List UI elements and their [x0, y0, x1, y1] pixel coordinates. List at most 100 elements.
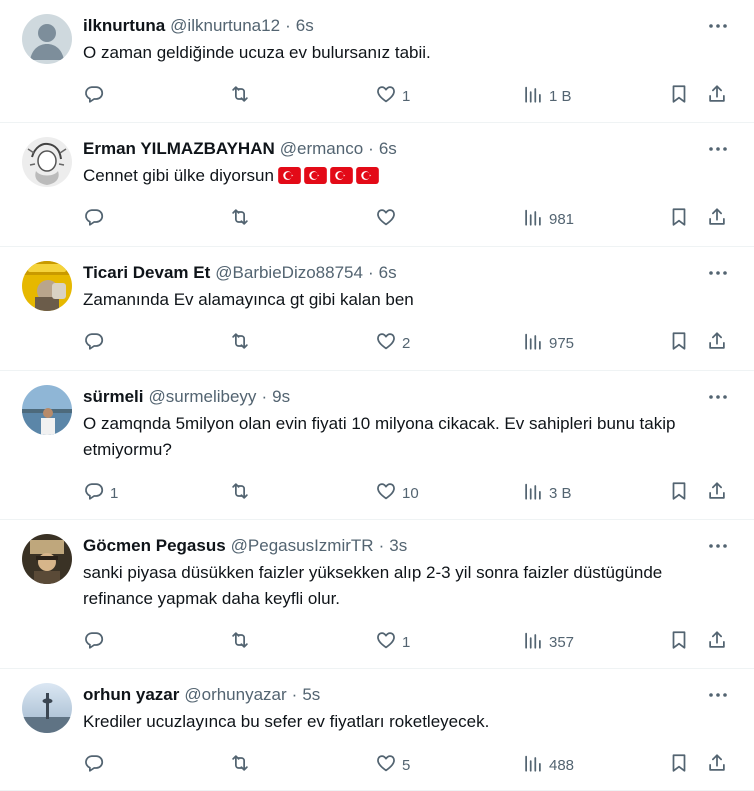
tweet-header: sürmeli @surmelibeyy · 9s: [83, 385, 290, 409]
user-handle[interactable]: @surmelibeyy: [148, 385, 256, 409]
tweet-text-content: O zamqnda 5milyon olan evin fiyati 10 mi…: [83, 414, 676, 459]
retweet-button[interactable]: [229, 629, 256, 655]
display-name[interactable]: Erman YILMAZBAYHAN: [83, 137, 275, 161]
avatar[interactable]: [22, 261, 72, 311]
reply-button[interactable]: [83, 629, 110, 655]
tweet-reply[interactable]: orhun yazar @orhunyazar · 5s Krediler ucuzla…: [0, 669, 754, 791]
retweet-button[interactable]: [229, 752, 256, 778]
timestamp[interactable]: 6s: [379, 261, 397, 285]
like-button[interactable]: [375, 206, 402, 232]
tweet-reply[interactable]: sürmeli @surmelibeyy · 9s O zamqnda 5milyon …: [0, 371, 754, 520]
user-handle[interactable]: @ilknurtuna12: [170, 14, 280, 38]
share-button[interactable]: [706, 206, 728, 232]
tweet-header: orhun yazar @orhunyazar · 5s: [83, 683, 320, 707]
views-button[interactable]: 357: [522, 629, 574, 655]
reply-button[interactable]: [83, 330, 110, 356]
flag-emojis: [278, 167, 379, 184]
tweet-reply[interactable]: Ticari Devam Et @BarbieDizo88754 · 6s Zamanı…: [0, 247, 754, 371]
timestamp[interactable]: 6s: [379, 137, 397, 161]
views-button[interactable]: 981: [522, 206, 574, 232]
tweet-reply[interactable]: Erman YILMAZBAYHAN @ermanco · 6s Cennet gibi…: [0, 123, 754, 247]
more-options-icon[interactable]: [706, 14, 730, 38]
more-options-icon[interactable]: [706, 683, 730, 707]
more-options-icon[interactable]: [706, 385, 730, 409]
bookmark-icon: [668, 330, 690, 356]
views-button[interactable]: 975: [522, 330, 574, 356]
like-button[interactable]: 10: [375, 480, 419, 506]
like-count: 1: [402, 87, 411, 105]
avatar[interactable]: [22, 683, 72, 733]
views-button[interactable]: 1 B: [522, 83, 572, 109]
retweet-button[interactable]: [229, 480, 256, 506]
display-name[interactable]: Ticari Devam Et: [83, 261, 210, 285]
more-options-icon[interactable]: [706, 261, 730, 285]
reply-icon: [83, 480, 105, 506]
views-button[interactable]: 488: [522, 752, 574, 778]
reply-icon: [83, 83, 105, 109]
heart-icon: [375, 629, 397, 655]
views-button[interactable]: 3 B: [522, 480, 572, 506]
view-count: 975: [549, 334, 575, 352]
bookmark-button[interactable]: [668, 330, 690, 356]
bookmark-button[interactable]: [668, 83, 690, 109]
share-icon: [706, 83, 728, 109]
user-handle[interactable]: @BarbieDizo88754: [215, 261, 363, 285]
tweet-reply[interactable]: ilknurtuna @ilknurtuna12 · 6s O zaman geldiğ…: [0, 0, 754, 123]
share-button[interactable]: [706, 752, 728, 778]
timestamp[interactable]: 9s: [272, 385, 290, 409]
tweet-text: Zamanında Ev alamayınca gt gibi kalan be…: [83, 287, 723, 313]
reply-button[interactable]: [83, 83, 110, 109]
retweet-icon: [229, 330, 251, 356]
reply-button[interactable]: [83, 752, 110, 778]
avatar[interactable]: [22, 14, 72, 64]
reply-button[interactable]: [83, 206, 110, 232]
tweet-header: Ticari Devam Et @BarbieDizo88754 · 6s: [83, 261, 397, 285]
tweet-reply[interactable]: Göcmen Pegasus @PegasusIzmirTR · 3s sanki pi…: [0, 520, 754, 669]
share-icon: [706, 206, 728, 232]
like-button[interactable]: 2: [375, 330, 410, 356]
display-name[interactable]: ilknurtuna: [83, 14, 165, 38]
user-handle[interactable]: @PegasusIzmirTR: [231, 534, 374, 558]
share-button[interactable]: [706, 330, 728, 356]
display-name[interactable]: Göcmen Pegasus: [83, 534, 226, 558]
like-button[interactable]: 1: [375, 629, 410, 655]
tweet-header: ilknurtuna @ilknurtuna12 · 6s: [83, 14, 314, 38]
bookmark-button[interactable]: [668, 480, 690, 506]
retweet-button[interactable]: [229, 330, 256, 356]
like-button[interactable]: 5: [375, 752, 410, 778]
analytics-icon: [522, 629, 544, 655]
retweet-button[interactable]: [229, 83, 256, 109]
share-button[interactable]: [706, 83, 728, 109]
like-button[interactable]: 1: [375, 83, 410, 109]
user-handle[interactable]: @orhunyazar: [184, 683, 286, 707]
bookmark-button[interactable]: [668, 752, 690, 778]
share-icon: [706, 480, 728, 506]
timestamp[interactable]: 3s: [389, 534, 407, 558]
action-bar: 1 1 B: [0, 83, 754, 109]
timestamp[interactable]: 6s: [296, 14, 314, 38]
share-button[interactable]: [706, 480, 728, 506]
tweet-text: O zamqnda 5milyon olan evin fiyati 10 mi…: [83, 411, 723, 463]
more-options-icon[interactable]: [706, 137, 730, 161]
user-handle[interactable]: @ermanco: [280, 137, 363, 161]
reply-icon: [83, 206, 105, 232]
display-name[interactable]: sürmeli: [83, 385, 143, 409]
heart-icon: [375, 206, 397, 232]
share-button[interactable]: [706, 629, 728, 655]
separator-dot: ·: [368, 139, 374, 158]
tweet-text-content: Krediler ucuzlayınca bu sefer ev fiyatla…: [83, 712, 490, 731]
reply-button[interactable]: 1: [83, 480, 118, 506]
avatar[interactable]: [22, 137, 72, 187]
analytics-icon: [522, 83, 544, 109]
retweet-button[interactable]: [229, 206, 256, 232]
display-name[interactable]: orhun yazar: [83, 683, 179, 707]
avatar[interactable]: [22, 385, 72, 435]
bookmark-button[interactable]: [668, 629, 690, 655]
tweet-header: Erman YILMAZBAYHAN @ermanco · 6s: [83, 137, 397, 161]
bookmark-button[interactable]: [668, 206, 690, 232]
more-options-icon[interactable]: [706, 534, 730, 558]
timestamp[interactable]: 5s: [302, 683, 320, 707]
heart-icon: [375, 752, 397, 778]
avatar[interactable]: [22, 534, 72, 584]
separator-dot: ·: [291, 685, 298, 704]
